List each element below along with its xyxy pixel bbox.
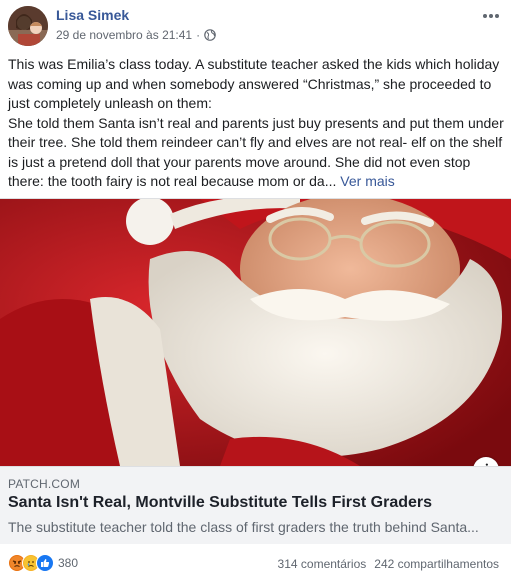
- avatar[interactable]: [8, 6, 48, 46]
- link-preview-image[interactable]: [0, 199, 511, 466]
- link-preview-card[interactable]: i PATCH.COM Santa Isn't Real, Montville …: [0, 198, 511, 544]
- post-paragraph-2-text: She told them Santa isn’t real and paren…: [8, 114, 504, 190]
- globe-icon[interactable]: [204, 29, 216, 41]
- comments-count[interactable]: 314 comentários: [278, 557, 367, 571]
- post-meta: 29 de novembro às 21:41 ·: [56, 28, 216, 42]
- reaction-count: 380: [58, 556, 79, 570]
- link-domain: PATCH.COM: [8, 477, 81, 491]
- post-paragraph-2: She told them Santa isn’t real and paren…: [8, 114, 504, 192]
- dot: [489, 14, 493, 18]
- shares-count[interactable]: 242 compartilhamentos: [374, 557, 499, 571]
- author-name[interactable]: Lisa Simek: [56, 7, 129, 23]
- more-options-icon[interactable]: [481, 8, 501, 24]
- see-more-link[interactable]: Ver mais: [340, 173, 394, 189]
- post-text: This was Emilia’s class today. A substit…: [8, 55, 504, 192]
- link-title[interactable]: Santa Isn't Real, Montville Substitute T…: [8, 494, 432, 512]
- post-footer: 380 314 comentários 242 compartilhamento…: [0, 548, 511, 578]
- post-timestamp[interactable]: 29 de novembro às 21:41: [56, 28, 192, 42]
- avatar-photo: [8, 6, 48, 46]
- dot: [495, 14, 499, 18]
- dot: [483, 14, 487, 18]
- like-icon: [36, 554, 54, 572]
- post-header: Lisa Simek 29 de novembro às 21:41 ·: [0, 0, 511, 52]
- link-info[interactable]: PATCH.COM Santa Isn't Real, Montville Su…: [0, 466, 511, 544]
- santa-image: [0, 199, 511, 466]
- post-paragraph-1: This was Emilia’s class today. A substit…: [8, 56, 500, 111]
- link-description: The substitute teacher told the class of…: [8, 519, 479, 535]
- reactions-summary[interactable]: 380: [8, 554, 78, 572]
- meta-separator: ·: [196, 28, 201, 42]
- engagement-stats: 314 comentários 242 compartilhamentos: [278, 557, 499, 571]
